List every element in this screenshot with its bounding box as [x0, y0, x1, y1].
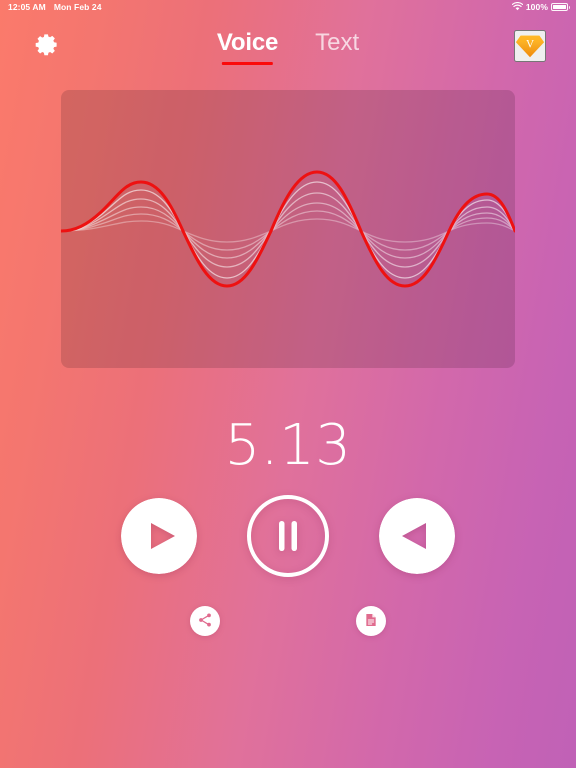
- waveform-primary-line: [61, 170, 515, 288]
- active-tab-indicator: [221, 62, 274, 65]
- waveform-svg: [61, 170, 515, 288]
- action-icon-row: [0, 606, 576, 636]
- waveform-echo-3: [61, 202, 515, 259]
- play-button[interactable]: [121, 497, 197, 577]
- premium-badge-button[interactable]: V: [514, 30, 546, 62]
- audio-waveform-visualizer[interactable]: [61, 90, 515, 368]
- waveform-echo-2: [61, 192, 515, 268]
- diamond-icon: V: [515, 30, 545, 63]
- status-bar-right: 100%: [511, 1, 570, 13]
- status-bar: 12:05 AM Mon Feb 24 100%: [0, 0, 576, 14]
- tab-voice-label: Voice: [216, 29, 279, 56]
- play-icon: [121, 497, 197, 577]
- rewind-icon: [379, 497, 455, 577]
- recording-timer: 5.13: [224, 413, 352, 478]
- status-bar-left: 12:05 AM Mon Feb 24: [8, 2, 102, 12]
- rewind-button[interactable]: [379, 497, 455, 577]
- status-bar-date: Mon Feb 24: [53, 2, 102, 12]
- top-bar: Voice Text V: [0, 14, 576, 68]
- tab-voice[interactable]: Voice: [215, 28, 280, 66]
- battery-full-icon: [551, 3, 570, 11]
- transport-controls: [0, 494, 576, 580]
- tab-text[interactable]: Text: [313, 28, 361, 66]
- battery-percent-label: 100%: [525, 2, 548, 12]
- status-bar-time: 12:05 AM: [8, 2, 46, 12]
- pause-button[interactable]: [245, 494, 331, 580]
- transcript-button[interactable]: [356, 606, 386, 636]
- tab-text-label: Text: [315, 29, 360, 56]
- gear-icon: [33, 31, 60, 61]
- document-icon: [363, 612, 379, 631]
- share-icon: [197, 612, 213, 631]
- share-button[interactable]: [190, 606, 220, 636]
- waveform-echo-4: [61, 210, 515, 251]
- wifi-icon: [511, 1, 524, 13]
- settings-button[interactable]: [31, 31, 61, 61]
- pause-icon: [245, 493, 331, 582]
- premium-badge-letter: V: [526, 38, 534, 50]
- mode-tabs: Voice Text: [215, 28, 361, 66]
